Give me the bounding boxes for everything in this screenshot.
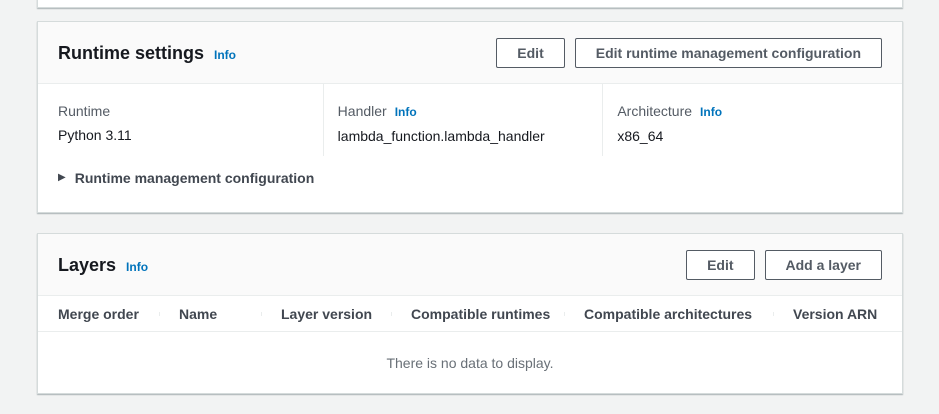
layers-panel: Layers Info Edit Add a layer Merge order… bbox=[37, 233, 903, 394]
runtime-management-configuration-expander[interactable]: ▶ Runtime management configuration bbox=[58, 168, 882, 212]
runtime-settings-title-group: Runtime settings Info bbox=[58, 42, 236, 64]
runtime-value: Python 3.11 bbox=[58, 125, 309, 145]
runtime-settings-actions: Edit Edit runtime management configurati… bbox=[496, 38, 882, 68]
runtime-settings-title: Runtime settings bbox=[58, 42, 204, 64]
runtime-settings-info-link[interactable]: Info bbox=[214, 48, 236, 62]
handler-label: Handler bbox=[338, 101, 387, 121]
layers-header: Layers Info Edit Add a layer bbox=[38, 234, 902, 296]
layers-info-link[interactable]: Info bbox=[126, 260, 148, 274]
architecture-value: x86_64 bbox=[617, 126, 868, 146]
layers-title: Layers bbox=[58, 254, 116, 276]
runtime-management-configuration-expander-label: Runtime management configuration bbox=[75, 168, 315, 188]
runtime-settings-panel: Runtime settings Info Edit Edit runtime … bbox=[37, 21, 903, 213]
column-header-merge-order: Merge order bbox=[38, 304, 159, 324]
expand-caret-icon: ▶ bbox=[58, 168, 66, 188]
layers-table-header-row: Merge order Name Layer version Compatibl… bbox=[38, 296, 902, 332]
column-header-compatible-runtimes: Compatible runtimes bbox=[391, 304, 564, 324]
runtime-settings-body: Runtime Python 3.11 Handler Info lambda_… bbox=[38, 84, 902, 212]
handler-info-link[interactable]: Info bbox=[395, 102, 417, 122]
column-header-name: Name bbox=[159, 304, 261, 324]
architecture-field: Architecture Info x86_64 bbox=[602, 84, 882, 156]
lambda-console-content: Runtime settings Info Edit Edit runtime … bbox=[0, 0, 939, 414]
edit-runtime-management-configuration-button[interactable]: Edit runtime management configuration bbox=[575, 38, 882, 68]
layers-title-group: Layers Info bbox=[58, 254, 148, 276]
column-header-compatible-architectures: Compatible architectures bbox=[564, 304, 773, 324]
empty-state-message: There is no data to display. bbox=[386, 355, 553, 371]
handler-field: Handler Info lambda_function.lambda_hand… bbox=[323, 84, 603, 156]
handler-field-label-row: Handler Info bbox=[338, 101, 589, 122]
architecture-info-link[interactable]: Info bbox=[700, 102, 722, 122]
runtime-field-label-row: Runtime bbox=[58, 101, 309, 121]
column-header-version-arn: Version ARN bbox=[773, 304, 902, 324]
edit-layers-button[interactable]: Edit bbox=[686, 250, 754, 280]
architecture-label: Architecture bbox=[617, 101, 692, 121]
layers-table-empty-state: There is no data to display. bbox=[38, 332, 902, 393]
edit-runtime-settings-button[interactable]: Edit bbox=[496, 38, 564, 68]
column-header-layer-version: Layer version bbox=[261, 304, 391, 324]
handler-value: lambda_function.lambda_handler bbox=[338, 126, 589, 146]
runtime-settings-header: Runtime settings Info Edit Edit runtime … bbox=[38, 22, 902, 84]
runtime-field: Runtime Python 3.11 bbox=[58, 84, 323, 156]
add-a-layer-button[interactable]: Add a layer bbox=[765, 250, 882, 280]
previous-panel-edge bbox=[37, 0, 903, 8]
runtime-label: Runtime bbox=[58, 101, 110, 121]
layers-actions: Edit Add a layer bbox=[686, 250, 882, 280]
runtime-settings-columns: Runtime Python 3.11 Handler Info lambda_… bbox=[58, 84, 882, 156]
architecture-field-label-row: Architecture Info bbox=[617, 101, 868, 122]
